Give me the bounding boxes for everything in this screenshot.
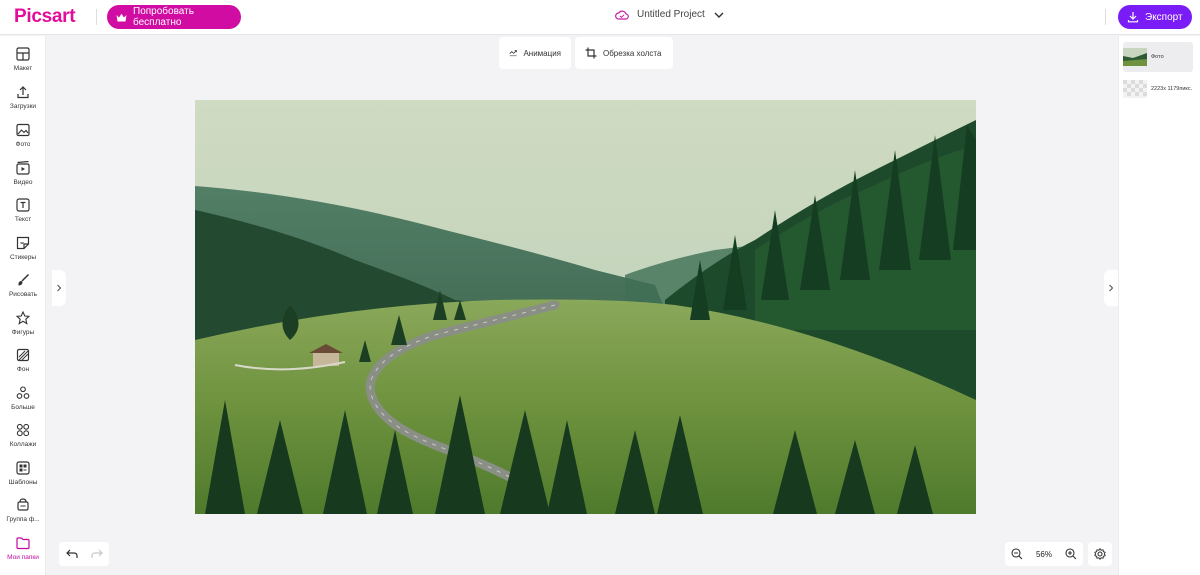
chevron-down-icon (714, 12, 724, 18)
layer-item-photo[interactable]: Фото (1123, 42, 1193, 72)
history-controls (59, 542, 109, 566)
crop-icon (585, 47, 597, 59)
top-bar: Picsart Попробовать бесплатно Untitled P… (0, 0, 1200, 35)
animation-icon (509, 50, 517, 57)
sidebar-item-label: Фигуры (11, 329, 35, 336)
sidebar-item-label: Мои папки (7, 554, 39, 561)
group-icon (15, 497, 31, 513)
sidebar-item-group[interactable]: Группа ф... (0, 497, 46, 533)
expand-right-panel-button[interactable] (1104, 270, 1118, 306)
left-sidebar: Макет Загрузки Фото Видео Текст Стикеры … (0, 36, 46, 575)
collage-icon (15, 422, 31, 438)
sidebar-item-shapes[interactable]: Фигуры (0, 310, 46, 346)
sidebar-item-layout[interactable]: Макет (0, 46, 46, 82)
sticker-icon (15, 235, 31, 251)
settings-button[interactable] (1088, 542, 1112, 566)
zoom-level[interactable]: 56% (1036, 550, 1052, 559)
star-icon (15, 310, 31, 326)
animation-label: Анимация (523, 48, 561, 58)
sidebar-item-label: Видео (13, 179, 33, 186)
upload-icon (15, 84, 31, 100)
sidebar-item-collages[interactable]: Коллажи (0, 422, 46, 458)
layer-name: Фото (1151, 54, 1164, 60)
templates-icon (15, 460, 31, 476)
more-icon (15, 385, 31, 401)
layers-panel: Фото 2223x 1179пикс. (1118, 36, 1200, 575)
sidebar-item-label: Макет (13, 65, 33, 72)
sidebar-item-more[interactable]: Больше (0, 385, 46, 421)
zoom-out-icon[interactable] (1011, 548, 1023, 560)
sidebar-item-draw[interactable]: Рисовать (0, 272, 46, 308)
video-icon (15, 160, 31, 176)
sidebar-item-label: Стикеры (9, 254, 37, 261)
picsart-logo[interactable]: Picsart (14, 6, 76, 28)
canvas-crop-label: Обрезка холста (603, 48, 662, 58)
sidebar-item-templates[interactable]: Шаблоны (0, 460, 46, 496)
sidebar-item-label: Загрузки (9, 103, 37, 110)
cloud-icon (615, 10, 629, 20)
zoom-in-icon[interactable] (1065, 548, 1077, 560)
undo-icon[interactable] (65, 549, 78, 559)
brush-icon (15, 272, 31, 288)
chevron-right-icon (57, 284, 62, 292)
sidebar-item-label: Фото (15, 141, 31, 148)
background-icon (15, 347, 31, 363)
crown-icon (116, 13, 127, 21)
canvas-photo[interactable] (195, 100, 976, 514)
sidebar-item-uploads[interactable]: Загрузки (0, 84, 46, 120)
sidebar-item-label: Фон (16, 366, 30, 373)
download-icon (1127, 12, 1139, 23)
expand-left-panel-button[interactable] (52, 270, 66, 306)
project-menu[interactable]: Untitled Project (615, 9, 725, 20)
sidebar-item-photo[interactable]: Фото (0, 122, 46, 158)
layer-name: 2223x 1179пикс. (1151, 86, 1193, 92)
sidebar-item-video[interactable]: Видео (0, 160, 46, 196)
zoom-controls: 56% (1005, 542, 1083, 566)
sidebar-item-text[interactable]: Текст (0, 197, 46, 233)
sidebar-item-label: Группа ф... (6, 516, 40, 523)
animation-button[interactable]: Анимация (499, 37, 571, 69)
sidebar-item-label: Рисовать (8, 291, 38, 298)
sidebar-item-label: Больше (11, 404, 35, 411)
canvas-crop-button[interactable]: Обрезка холста (575, 37, 673, 69)
sidebar-item-background[interactable]: Фон (0, 347, 46, 383)
sidebar-item-stickers[interactable]: Стикеры (0, 235, 46, 271)
photo-icon (15, 122, 31, 138)
try-free-label: Попробовать бесплатно (133, 6, 194, 28)
gear-icon (1094, 548, 1106, 560)
export-button[interactable]: Экспорт (1118, 5, 1192, 29)
sidebar-item-label: Текст (14, 216, 32, 223)
redo-icon[interactable] (90, 549, 103, 559)
layout-icon (15, 46, 31, 62)
layer-item-background[interactable]: 2223x 1179пикс. (1123, 74, 1193, 104)
sidebar-item-label: Коллажи (9, 441, 37, 448)
text-icon (15, 197, 31, 213)
project-name: Untitled Project (637, 9, 705, 20)
divider (1105, 9, 1106, 25)
try-free-button[interactable]: Попробовать бесплатно (107, 5, 241, 29)
chevron-right-icon (1109, 284, 1114, 292)
transparent-thumbnail (1123, 80, 1147, 98)
export-label: Экспорт (1145, 11, 1183, 23)
layer-thumbnail (1123, 48, 1147, 66)
folder-icon (15, 535, 31, 551)
sidebar-item-label: Шаблоны (8, 479, 38, 486)
divider (96, 9, 97, 25)
sidebar-item-my-folders[interactable]: Мои папки (0, 535, 46, 571)
